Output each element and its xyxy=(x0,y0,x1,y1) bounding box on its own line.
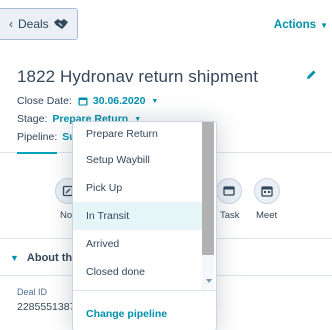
deal-record-page: ‹ Deals Actions ▼ 1822 Hydronav return s… xyxy=(0,0,332,330)
scroll-down-arrow-icon[interactable] xyxy=(206,279,212,283)
calendar-icon xyxy=(261,186,273,197)
dropdown-footer: Change pipeline xyxy=(73,290,216,330)
task-button-label: Task xyxy=(220,210,240,221)
chevron-down-icon: ▼ xyxy=(10,253,19,263)
deal-id-value: 2285551387 xyxy=(17,301,76,313)
stage-option[interactable]: Prepare Return xyxy=(73,122,204,146)
meet-button-label: Meet xyxy=(256,210,278,221)
scrollbar-thumb[interactable] xyxy=(202,122,214,255)
note-button-label: No xyxy=(60,210,73,221)
stage-label: Stage: xyxy=(17,113,48,125)
stage-option[interactable]: Setup Waybill xyxy=(73,146,204,174)
active-tab-indicator xyxy=(17,152,57,154)
close-date-value[interactable]: 30.06.2020 xyxy=(93,95,146,107)
back-button-label: Deals xyxy=(18,17,49,31)
handshake-icon xyxy=(54,19,68,29)
about-heading: About th xyxy=(26,252,73,264)
deal-title: 1822 Hydronav return shipment xyxy=(17,67,259,86)
actions-label: Actions xyxy=(273,19,317,31)
calendar-icon xyxy=(78,97,88,106)
deal-id-label: Deal ID xyxy=(17,287,48,297)
caret-down-icon: ▼ xyxy=(320,20,328,30)
close-date-label: Close Date: xyxy=(17,95,72,107)
edit-pencil-icon[interactable] xyxy=(306,69,317,80)
stage-option[interactable]: Closed done xyxy=(73,258,204,286)
stage-option-hovered[interactable]: In Transit xyxy=(73,202,204,230)
stage-option[interactable]: Pick Up xyxy=(73,174,204,202)
actions-menu[interactable]: Actions ▼ xyxy=(274,19,328,31)
meet-button[interactable] xyxy=(254,178,280,204)
change-pipeline-link[interactable]: Change pipeline xyxy=(86,308,167,320)
caret-down-icon[interactable]: ▼ xyxy=(151,98,158,105)
close-date-row: Close Date: 30.06.2020 ▼ xyxy=(17,95,158,107)
about-section-toggle[interactable]: ▼ About th xyxy=(10,252,72,264)
pipeline-label: Pipeline: xyxy=(17,131,58,143)
task-button[interactable] xyxy=(216,178,242,204)
pipeline-row: Pipeline: Su xyxy=(17,131,76,143)
back-to-deals-button[interactable]: ‹ Deals xyxy=(0,8,78,40)
chevron-left-icon: ‹ xyxy=(9,17,13,31)
stage-options-list: Prepare Return Setup Waybill Pick Up In … xyxy=(73,122,204,290)
task-icon xyxy=(223,186,235,196)
stage-dropdown: Prepare Return Setup Waybill Pick Up In … xyxy=(72,121,217,330)
stage-option[interactable]: Arrived xyxy=(73,230,204,258)
